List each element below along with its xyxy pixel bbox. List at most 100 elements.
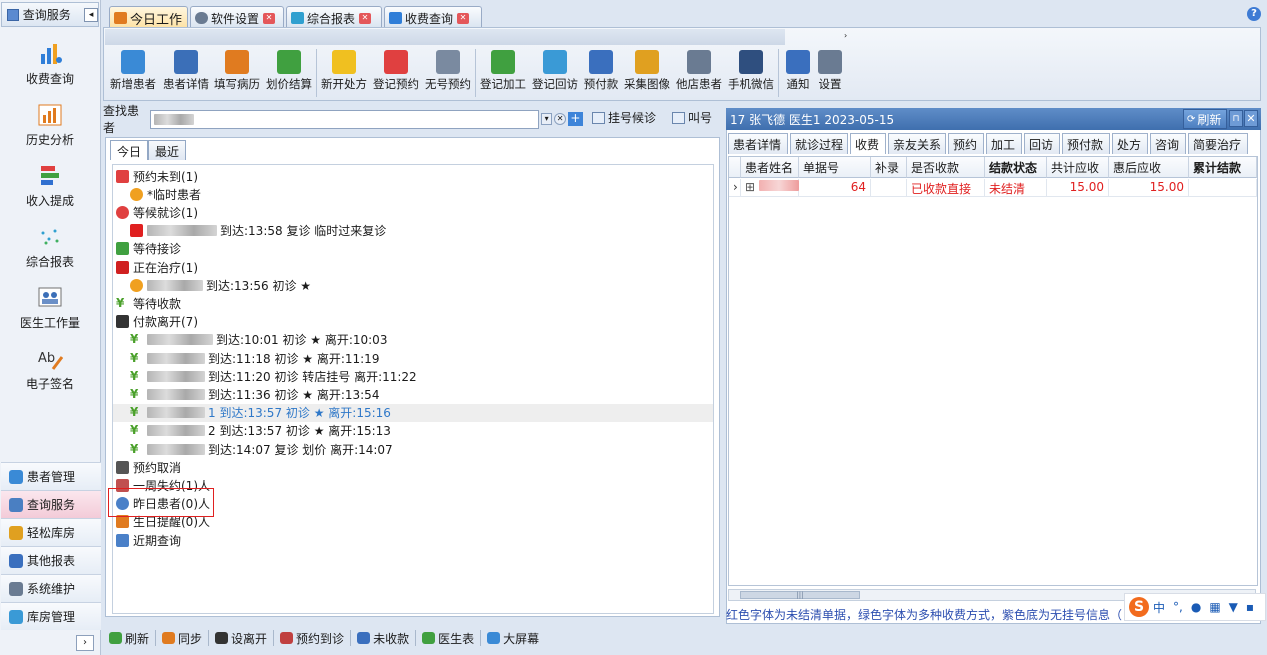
tree-patient-node[interactable]: ¥ 到达:14:07 复诊 划价 离开:14:07 — [113, 440, 713, 458]
tree-patient-node[interactable]: ¥ 到达:10:01 初诊 ★ 离开:10:03 — [113, 331, 713, 349]
pricing-settle-button[interactable]: 划价结算 — [263, 47, 315, 99]
queue-registration-button[interactable]: 挂号候诊 — [592, 107, 656, 128]
detail-tab[interactable]: 加工 — [986, 133, 1022, 154]
close-icon[interactable]: ✕ — [1244, 110, 1258, 127]
sidebar-item-e-signature[interactable]: Ab 电子签名 — [0, 339, 100, 401]
tab-today[interactable]: 今日 — [110, 140, 149, 160]
capture-image-button[interactable]: 采集图像 — [621, 47, 673, 99]
nav-patient-management[interactable]: 患者管理 — [1, 462, 101, 490]
clear-icon[interactable]: ✕ — [554, 113, 566, 125]
detail-tab[interactable]: 咨询 — [1150, 133, 1186, 154]
column-header[interactable]: 单据号 — [799, 157, 871, 178]
detail-tab[interactable]: 亲友关系 — [888, 133, 946, 154]
nav-easy-warehouse[interactable]: 轻松库房 — [1, 518, 101, 546]
detail-tab[interactable]: 预约 — [948, 133, 984, 154]
mobile-wechat-button[interactable]: 手机微信 — [725, 47, 777, 99]
tree-group-node[interactable]: 近期查询 — [113, 531, 713, 549]
other-store-patient-button[interactable]: 他店患者 — [673, 47, 725, 99]
keyboard-icon[interactable]: ▦ — [1209, 600, 1220, 614]
ribbon-overflow-icon[interactable]: › — [844, 31, 847, 40]
sidebar-expand-button[interactable]: › — [76, 635, 94, 651]
add-icon[interactable]: + — [567, 112, 583, 126]
grid-cell[interactable]: 15.00 — [1047, 179, 1109, 197]
help-icon[interactable]: ? — [1247, 7, 1261, 21]
tree-group-node[interactable]: 付款离开(7) — [113, 313, 713, 331]
patient-detail-button[interactable]: 患者详情 — [161, 47, 211, 99]
tree-patient-node[interactable]: ¥2 到达:13:57 初诊 ★ 离开:15:13 — [113, 422, 713, 440]
scrollbar-thumb[interactable]: ||| — [740, 591, 860, 599]
grid-cell[interactable]: 15.00 — [1109, 179, 1189, 197]
tree-group-node[interactable]: 等候就诊(1) — [113, 203, 713, 221]
tree-patient-node[interactable]: ¥ 到达:11:18 初诊 ★ 离开:11:19 — [113, 349, 713, 367]
fill-record-button[interactable]: 填写病历 — [211, 47, 263, 99]
detail-tab[interactable]: 收费 — [850, 133, 886, 154]
new-prescription-button[interactable]: 新开处方 — [318, 47, 370, 99]
grid-cell[interactable]: 已收款直接 — [907, 179, 985, 197]
close-icon[interactable]: ✕ — [263, 12, 276, 24]
tree-patient-node[interactable]: 到达:13:58 复诊 临时过来复诊 — [113, 222, 713, 240]
close-icon[interactable]: ✕ — [359, 12, 372, 24]
set-leave-button[interactable]: 设离开 — [215, 630, 267, 647]
tree-patient-node[interactable]: *临时患者 — [113, 185, 713, 203]
unpaid-button[interactable]: 未收款 — [357, 630, 409, 647]
sidebar-item-history-analysis[interactable]: 历史分析 — [0, 95, 100, 157]
tree-group-node[interactable]: 预约未到(1) — [113, 167, 713, 185]
grid-cell[interactable]: 未结清 — [985, 179, 1047, 197]
detail-tab[interactable]: 预付款 — [1062, 133, 1110, 154]
doctor-table-button[interactable]: 医生表 — [422, 630, 474, 647]
grid-cell[interactable]: 64 — [799, 179, 871, 197]
refresh-button[interactable]: ⟳ 刷新 — [1183, 109, 1227, 129]
nav-system-maintenance[interactable]: 系统维护 — [1, 574, 101, 602]
settings-button[interactable]: 设置 — [814, 47, 846, 99]
ime-punctuation[interactable]: °, — [1173, 600, 1183, 614]
row-expand-icon[interactable]: › — [729, 179, 741, 197]
detail-tab[interactable]: 就诊过程 — [790, 133, 848, 154]
column-header[interactable]: 惠后应收 — [1109, 157, 1189, 178]
tab-today-work[interactable]: 今日工作 — [109, 6, 188, 28]
collapse-sidebar-button[interactable]: ◂ — [84, 7, 98, 22]
register-processing-button[interactable]: 登记加工 — [477, 47, 529, 99]
sidebar-item-composite-report[interactable]: 综合报表 — [0, 217, 100, 279]
prepayment-button[interactable]: 预付款 — [581, 47, 621, 99]
detail-tab[interactable]: 简要治疗 — [1188, 133, 1248, 154]
column-header[interactable]: 累计结款 — [1189, 157, 1257, 178]
column-header[interactable]: 共计应收 — [1047, 157, 1109, 178]
column-header[interactable]: 是否收款 — [907, 157, 985, 178]
nav-other-reports[interactable]: 其他报表 — [1, 546, 101, 574]
tab-software-settings[interactable]: 软件设置 ✕ — [190, 6, 284, 27]
tree-patient-node[interactable]: ¥ 到达:11:20 初诊 转店挂号 离开:11:22 — [113, 367, 713, 385]
detail-tab[interactable]: 患者详情 — [728, 133, 788, 154]
grid-cell[interactable] — [871, 179, 907, 197]
tree-group-node[interactable]: 等待接诊 — [113, 240, 713, 258]
column-header[interactable]: 患者姓名 — [741, 157, 799, 178]
close-icon[interactable]: ✕ — [457, 12, 470, 24]
appointment-arrival-button[interactable]: 预约到诊 — [280, 630, 344, 647]
dropdown-icon[interactable]: ▾ — [540, 113, 553, 125]
tab-fee-query[interactable]: 收费查询 ✕ — [384, 6, 482, 27]
sidebar-item-income-commission[interactable]: 收入提成 — [0, 156, 100, 218]
notify-button[interactable]: 通知 — [782, 47, 814, 99]
sidebar-item-doctor-workload[interactable]: 医生工作量 — [0, 278, 100, 340]
detail-tab[interactable]: 处方 — [1112, 133, 1148, 154]
ime-language[interactable]: 中 — [1153, 599, 1165, 616]
tab-composite-report[interactable]: 综合报表 ✕ — [286, 6, 382, 27]
call-number-button[interactable]: 叫号 — [672, 107, 712, 128]
pin-icon[interactable]: ⊓ — [1229, 110, 1243, 127]
no-number-appointment-button[interactable]: 无号预约 — [422, 47, 474, 99]
shirt-icon[interactable]: ▼ — [1229, 600, 1238, 614]
add-patient-button[interactable]: 新增患者 — [105, 47, 161, 99]
tree-group-node[interactable]: ¥ 等待收款 — [113, 294, 713, 312]
big-screen-button[interactable]: 大屏幕 — [487, 630, 539, 647]
nav-warehouse-management[interactable]: 库房管理 — [1, 602, 101, 630]
microphone-icon[interactable]: ● — [1191, 600, 1201, 614]
nav-query-service[interactable]: 查询服务 — [1, 490, 101, 518]
refresh-button[interactable]: 刷新 — [109, 630, 149, 647]
tree-patient-node[interactable]: ¥ 到达:11:36 初诊 ★ 离开:13:54 — [113, 385, 713, 403]
register-appointment-button[interactable]: 登记预约 — [370, 47, 422, 99]
find-patient-input[interactable] — [150, 109, 539, 129]
apps-icon[interactable]: ▪ — [1246, 600, 1254, 614]
column-header[interactable]: 结款状态 — [985, 157, 1047, 178]
tree-group-node[interactable]: 正在治疗(1) — [113, 258, 713, 276]
sync-button[interactable]: 同步 — [162, 630, 202, 647]
tab-recent[interactable]: 最近 — [148, 140, 187, 160]
